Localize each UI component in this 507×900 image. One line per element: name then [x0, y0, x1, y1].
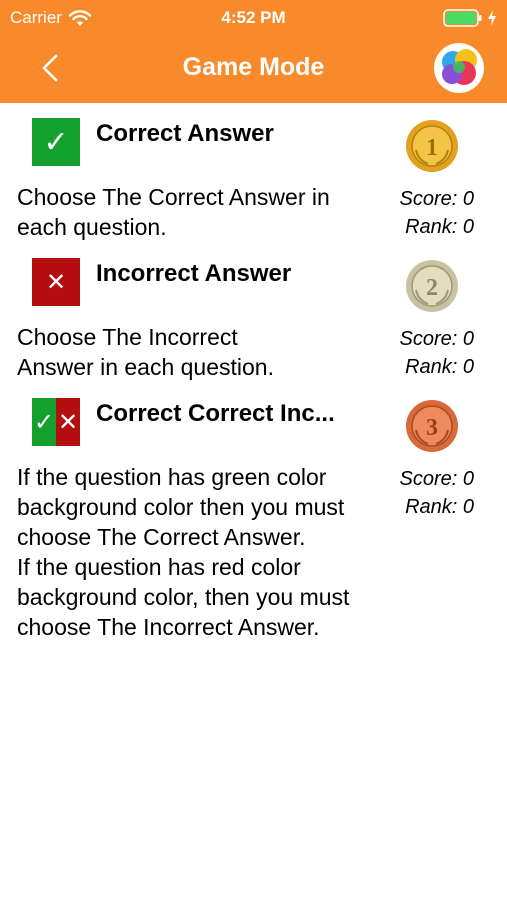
description-line: If the question has red color background… — [17, 554, 350, 640]
game-center-icon[interactable] — [433, 42, 485, 94]
mode-title: Incorrect Answer — [96, 260, 292, 287]
nav-bar: Game Mode — [0, 36, 507, 103]
medal-number: 1 — [426, 135, 438, 161]
medal-number: 3 — [426, 415, 438, 441]
header: Carrier 4:52 PM Game Mode — [0, 0, 507, 103]
status-time: 4:52 PM — [221, 8, 286, 27]
charging-bolt-icon — [488, 10, 496, 26]
medal-number: 2 — [426, 275, 438, 301]
score-label: Score: 0 — [399, 468, 474, 490]
bronze-medal-icon: 3 — [406, 400, 458, 452]
mode-description: Choose The Incorrect Answer in each ques… — [17, 324, 274, 380]
page-title: Game Mode — [182, 53, 325, 81]
mode-title: Correct Answer — [96, 120, 274, 147]
rank-label: Rank: 0 — [405, 496, 474, 518]
mixed-badge-icon: ✓ ✕ — [32, 398, 80, 446]
description-line: If the question has green color backgrou… — [17, 464, 345, 550]
battery-icon — [443, 9, 482, 27]
score-label: Score: 0 — [399, 328, 474, 350]
mode-description: Choose The Correct Answer in each questi… — [17, 184, 330, 240]
status-bar: Carrier 4:52 PM — [0, 0, 507, 36]
gold-medal-icon: 1 — [406, 120, 458, 172]
silver-medal-icon: 2 — [406, 260, 458, 312]
incorrect-badge-icon: ✕ — [32, 258, 80, 306]
cross-icon: ✕ — [56, 398, 80, 446]
mode-title: Correct Correct Inc... — [96, 400, 335, 427]
rank-label: Rank: 0 — [405, 356, 474, 378]
check-icon: ✓ — [32, 398, 56, 446]
score-label: Score: 0 — [399, 188, 474, 210]
correct-badge-icon: ✓ — [32, 118, 80, 166]
mode-description: If the question has green color backgrou… — [17, 462, 362, 642]
rank-label: Rank: 0 — [405, 216, 474, 238]
battery-indicator — [443, 9, 497, 27]
